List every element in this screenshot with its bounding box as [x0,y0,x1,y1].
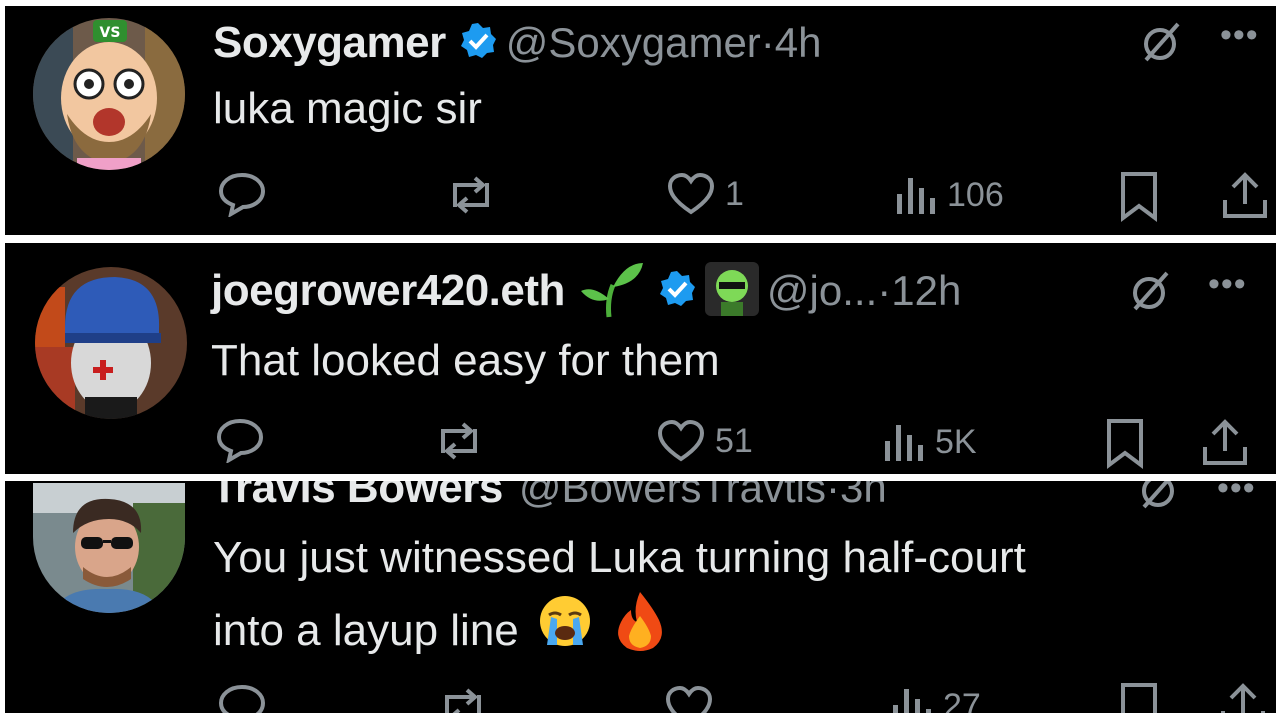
bookmark-icon [1117,681,1161,713]
share-icon [1201,417,1249,467]
grok-icon[interactable] [1138,481,1182,516]
separator: · [760,19,775,66]
tweet-header: Soxygamer @Soxygamer · 4h [213,12,822,74]
separator: · [826,481,840,511]
reply-button[interactable] [215,417,265,463]
more-icon[interactable]: ••• [1220,16,1259,55]
heart-icon [665,685,713,713]
timestamp[interactable]: 3h [840,481,887,512]
tweet-text-line-2: into a layup line [213,590,667,671]
tweet-text-line-2-text: into a layup line [213,605,519,655]
tweet-text: luka magic sir [213,84,482,133]
display-name[interactable]: Soxygamer [213,18,446,68]
bookmark-button[interactable] [1117,170,1161,222]
handle[interactable]: @jo... [767,267,877,315]
repost-icon [437,685,489,713]
tweet-travis-bowers[interactable]: Travis Bowers @BowersTravtis · 3h ••• Yo… [5,481,1276,713]
repost-button[interactable] [433,419,485,463]
repost-icon [433,419,485,463]
verified-badge-icon [657,269,697,314]
tweet-text: That looked easy for them [211,336,720,385]
views-button[interactable]: 106 [893,174,1004,216]
handle[interactable]: @Soxygamer [506,19,761,67]
seedling-icon [579,259,645,324]
avatar-badge-text: VS [100,25,121,41]
like-count: 1 [725,174,744,213]
tweet-header: joegrower420.eth @jo... · 12h [211,260,961,322]
separator: · [877,267,892,314]
share-icon [1219,681,1267,713]
share-button[interactable] [1221,170,1269,220]
timestamp[interactable]: 4h [775,19,822,67]
repost-button[interactable] [445,173,497,217]
repost-button[interactable] [437,685,489,713]
views-button[interactable]: 27 [889,685,981,713]
reply-icon [215,417,265,463]
bookmark-button[interactable] [1117,681,1161,713]
bookmark-icon [1117,170,1161,222]
loudly-crying-face-icon [537,593,593,668]
fire-icon [613,590,667,671]
repost-icon [445,173,497,217]
grok-icon[interactable] [1140,20,1184,69]
affiliate-badge-icon [704,261,759,321]
reply-icon [217,171,267,217]
display-name[interactable]: joegrower420.eth [211,266,565,316]
like-count: 51 [715,421,753,460]
views-icon [893,174,937,216]
more-icon[interactable]: ••• [1208,265,1247,304]
views-icon [881,421,925,463]
bookmark-button[interactable] [1103,417,1147,469]
share-button[interactable] [1219,681,1267,713]
timestamp[interactable]: 12h [891,267,961,315]
like-button[interactable]: 1 [667,172,744,216]
share-button[interactable] [1201,417,1249,467]
grok-icon[interactable] [1129,269,1173,318]
like-button[interactable]: 51 [657,419,753,463]
avatar[interactable] [33,483,185,613]
heart-icon [657,419,705,463]
avatar[interactable] [35,267,187,419]
view-count: 106 [947,175,1004,214]
display-name[interactable]: Travis Bowers [211,481,503,513]
tweet-header: Travis Bowers @BowersTravtis · 3h [211,481,887,519]
heart-icon [667,172,715,216]
view-count: 5K [935,422,977,461]
bookmark-icon [1103,417,1147,469]
reply-button[interactable] [217,171,267,217]
views-button[interactable]: 5K [881,421,977,463]
handle[interactable]: @BowersTravtis [519,481,826,512]
views-icon [889,685,933,713]
share-icon [1221,170,1269,220]
more-icon[interactable]: ••• [1217,481,1256,508]
tweet-soxygamer[interactable]: VS Soxygamer @Soxygamer · 4h ••• luka ma… [5,6,1276,235]
tweet-text-line-1: You just witnessed Luka turning half-cou… [213,533,1026,582]
avatar[interactable]: VS [33,18,185,170]
view-count: 27 [943,686,981,714]
tweet-joegrower[interactable]: joegrower420.eth @jo... · 12h ••• That l… [5,243,1276,474]
reply-button[interactable] [217,683,267,713]
reply-icon [217,683,267,713]
verified-badge-icon [458,21,498,66]
like-button[interactable] [665,685,713,713]
